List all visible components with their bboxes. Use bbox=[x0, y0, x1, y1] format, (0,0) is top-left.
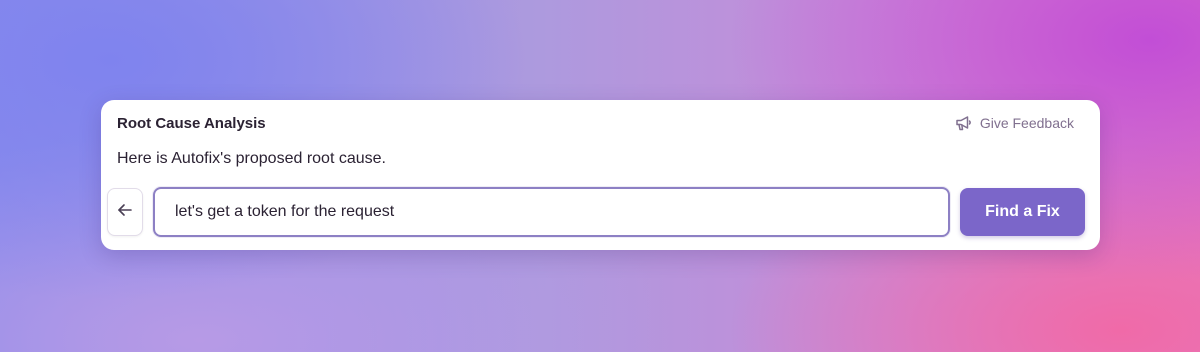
root-cause-card: Root Cause Analysis Give Feedback Here i… bbox=[101, 100, 1100, 250]
instruction-input-wrapper bbox=[153, 187, 950, 237]
back-button[interactable] bbox=[107, 188, 143, 236]
card-title: Root Cause Analysis bbox=[117, 115, 266, 132]
megaphone-icon bbox=[955, 115, 973, 131]
instruction-input[interactable] bbox=[155, 189, 948, 235]
card-subtitle: Here is Autofix's proposed root cause. bbox=[117, 150, 386, 167]
give-feedback-label: Give Feedback bbox=[979, 115, 1074, 131]
give-feedback-button[interactable]: Give Feedback bbox=[955, 115, 1074, 131]
arrow-left-icon bbox=[117, 203, 133, 222]
find-a-fix-button[interactable]: Find a Fix bbox=[960, 188, 1085, 236]
